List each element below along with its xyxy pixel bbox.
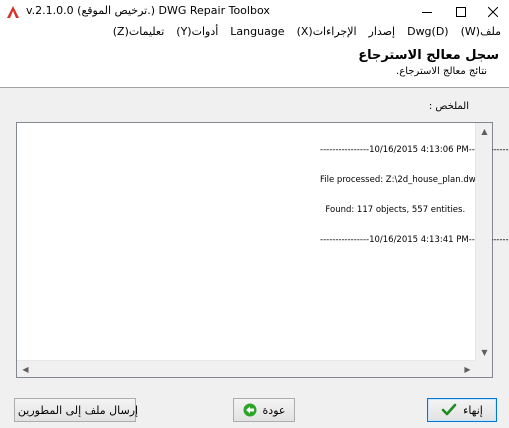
menu-bar: (W)ملف Dwg(D) إصدار (X)الإجراءات Languag…	[0, 24, 509, 40]
page-title: سجل معالج الاسترجاع	[358, 48, 499, 63]
menu-help[interactable]: (Z)تعليمات	[113, 24, 165, 40]
menu-actions[interactable]: (X)الإجراءات	[297, 24, 357, 40]
scroll-left-icon[interactable]: ◀	[17, 361, 34, 378]
window-title: v.2.1.0.0 (ترخيص الموقع.) DWG Repair Too…	[26, 4, 270, 17]
finish-button[interactable]: إنهاء	[427, 398, 497, 422]
finish-label: إنهاء	[463, 403, 483, 417]
summary-log[interactable]: ----------------10/16/2015 4:13:06 PM---…	[16, 122, 509, 378]
scroll-up-icon[interactable]: ▲	[476, 123, 493, 140]
title-bar: v.2.1.0.0 (ترخيص الموقع.) DWG Repair Too…	[0, 0, 509, 24]
back-button[interactable]: عودة	[233, 398, 295, 422]
minimize-icon	[422, 12, 432, 13]
page-subtitle: نتائج معالج الاسترجاع.	[396, 66, 487, 77]
close-icon	[488, 7, 498, 17]
maximize-icon	[456, 7, 466, 17]
menu-dwg[interactable]: Dwg(D)	[407, 24, 449, 40]
summary-label: الملخص :	[428, 101, 469, 112]
menu-file[interactable]: (W)ملف	[461, 24, 501, 40]
scroll-down-icon[interactable]: ▼	[476, 344, 493, 361]
back-arrow-icon	[243, 403, 257, 417]
send-to-developers-button[interactable]: إرسال ملف إلى المطورين	[14, 398, 139, 422]
dwg-app-icon[interactable]	[6, 5, 20, 19]
menu-version[interactable]: إصدار	[369, 24, 396, 40]
menu-language[interactable]: Language	[230, 24, 284, 40]
scroll-right-icon[interactable]: ▶	[459, 361, 476, 378]
horizontal-scrollbar[interactable]: ◀ ▶	[17, 360, 476, 377]
menu-tools[interactable]: (Y)أدوات	[176, 24, 218, 40]
back-label: عودة	[262, 403, 286, 417]
maximize-button[interactable]	[444, 0, 478, 24]
vertical-scrollbar[interactable]: ▲ ▼	[475, 123, 492, 361]
minimize-button[interactable]	[410, 0, 444, 24]
app-window: v.2.1.0.0 (ترخيص الموقع.) DWG Repair Too…	[0, 0, 509, 428]
scroll-corner	[475, 360, 492, 377]
wizard-header: سجل معالج الاسترجاع نتائج معالج الاسترجا…	[0, 40, 509, 88]
checkmark-icon	[441, 403, 457, 416]
send-to-developers-label: إرسال ملف إلى المطورين	[17, 403, 139, 417]
close-button[interactable]	[476, 0, 509, 24]
